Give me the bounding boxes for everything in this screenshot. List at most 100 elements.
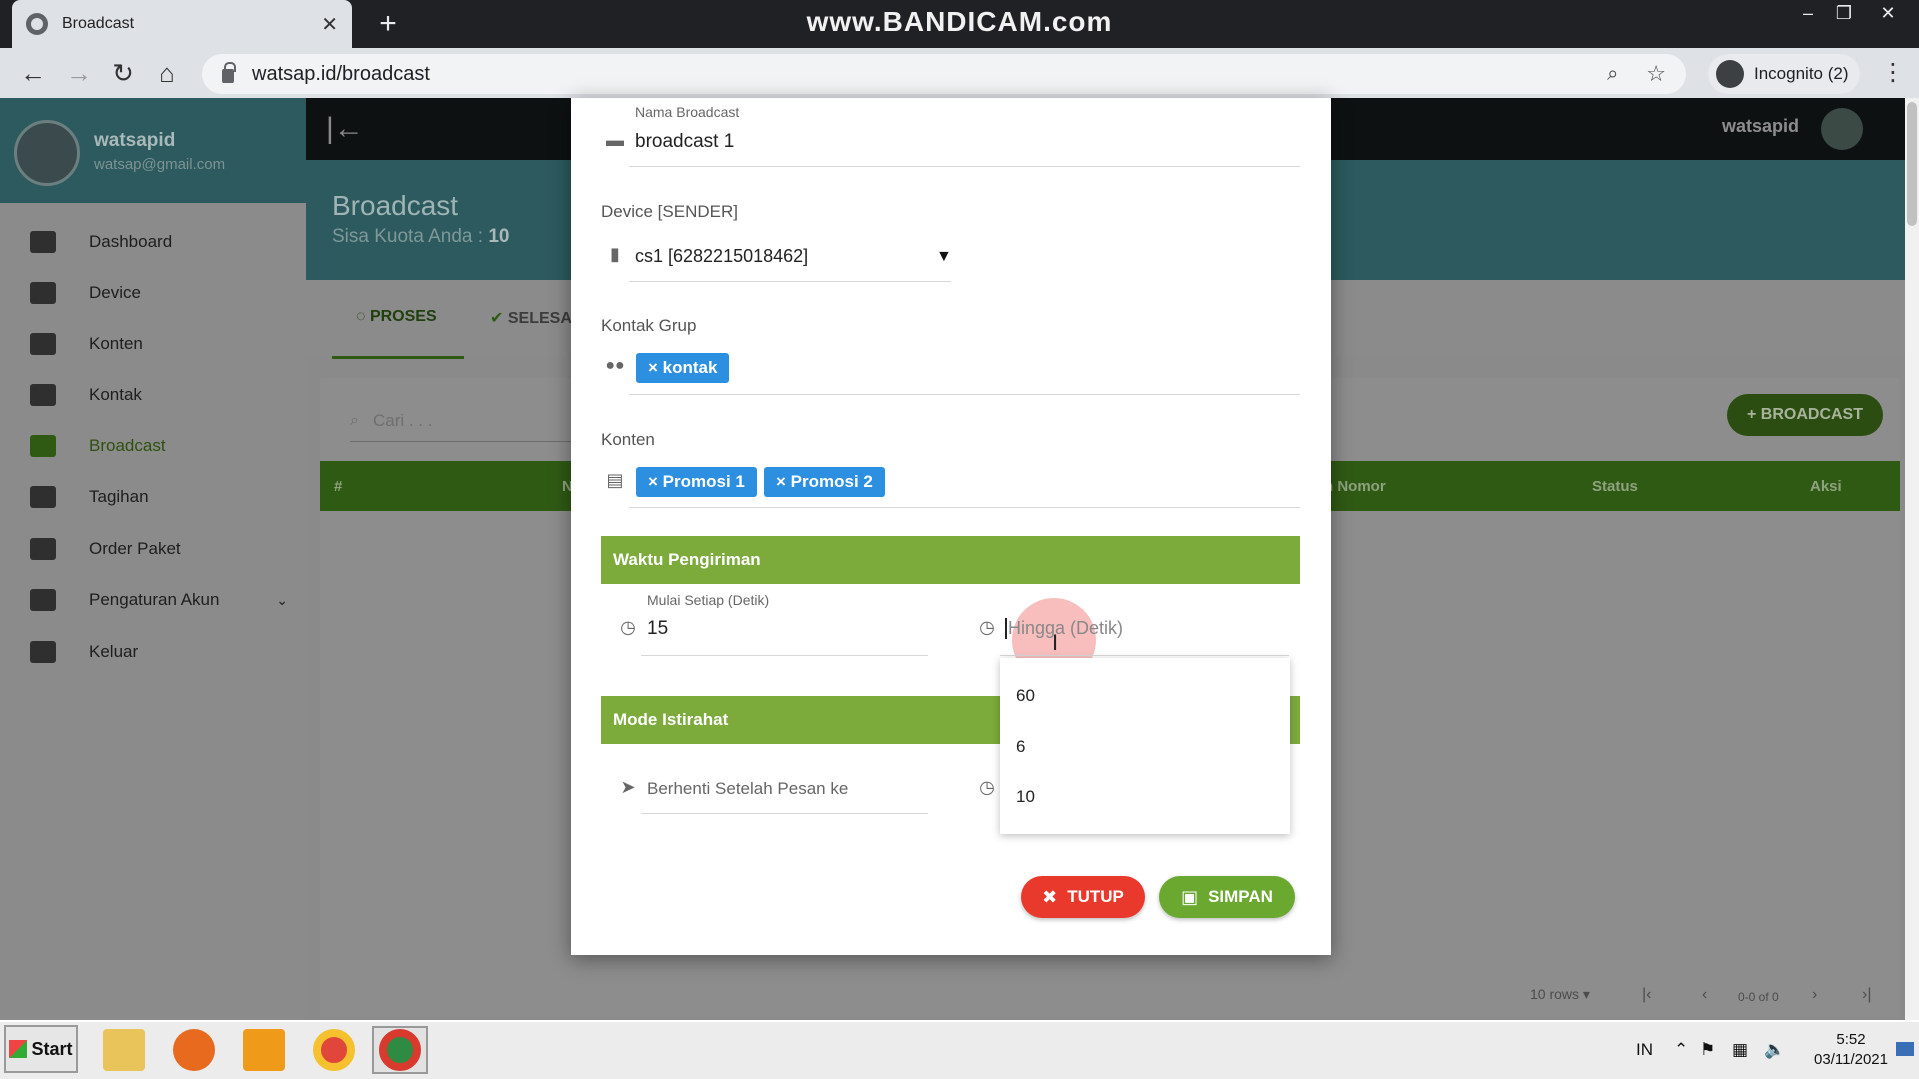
forward-arrow-icon[interactable]: → — [62, 56, 96, 90]
sidebar-item-tagihan[interactable]: Tagihan — [0, 472, 306, 522]
clock-date: 03/11/2021 — [1814, 1051, 1888, 1068]
close-icon: ✖ — [1042, 886, 1058, 907]
sidebar-item-dashboard[interactable]: Dashboard — [0, 217, 306, 267]
message-icon — [30, 435, 56, 457]
prev-page-icon[interactable]: ‹ — [1702, 986, 1707, 1004]
next-page-icon[interactable]: › — [1812, 986, 1817, 1004]
home-icon[interactable]: ⌂ — [150, 56, 184, 90]
sidebar-item-order-paket[interactable]: Order Paket — [0, 524, 306, 574]
bookmark-star-icon[interactable]: ☆ — [1646, 61, 1666, 87]
hingga-input[interactable]: Hingga (Detik) — [1005, 618, 1123, 639]
zoom-icon[interactable]: ⌕ — [1607, 63, 1618, 86]
sidebar-item-label: Broadcast — [89, 436, 166, 455]
dropdown-arrow-icon[interactable]: ▼ — [936, 248, 952, 266]
page-title: Broadcast — [332, 190, 459, 221]
rows-per-page-select[interactable]: 10 rows ▾ — [1530, 986, 1590, 1003]
sidebar-item-konten[interactable]: Konten — [0, 319, 306, 369]
konten-underline — [629, 507, 1300, 508]
mulai-setiap-label: Mulai Setiap (Detik) — [647, 592, 770, 608]
rows-per-page-value: 10 rows — [1530, 986, 1580, 1002]
nama-broadcast-input[interactable]: broadcast 1 — [635, 131, 734, 153]
reload-icon[interactable]: ↻ — [106, 56, 140, 90]
scrollbar-thumb[interactable] — [1907, 102, 1917, 226]
sidebar-item-keluar[interactable]: Keluar — [0, 627, 306, 677]
show-desktop-icon[interactable] — [1896, 1042, 1914, 1056]
device-underline — [629, 281, 951, 282]
spinner-icon: ◌ — [356, 308, 370, 325]
sidebar-item-broadcast[interactable]: Broadcast — [0, 421, 306, 471]
incognito-indicator[interactable]: Incognito (2) — [1708, 54, 1860, 94]
sidebar-item-kontak[interactable]: Kontak — [0, 370, 306, 420]
taskbar-chrome[interactable] — [306, 1026, 362, 1074]
list-icon — [30, 486, 56, 508]
last-page-icon[interactable]: ›| — [1862, 986, 1871, 1004]
dropdown-option[interactable]: 10 — [1016, 787, 1035, 807]
tab-proses[interactable]: ◌ PROSES — [356, 308, 437, 326]
clock-icon: ◷ — [620, 617, 636, 637]
browser-menu-icon[interactable]: ⋮ — [1876, 56, 1910, 90]
taskbar-sublime[interactable] — [236, 1026, 292, 1074]
save-icon: ▣ — [1181, 886, 1199, 907]
berhenti-input[interactable]: Berhenti Setelah Pesan ke — [647, 779, 848, 799]
taskbar-explorer[interactable] — [96, 1026, 152, 1074]
kontak-underline — [629, 394, 1300, 395]
send-icon: ➤ — [620, 777, 636, 797]
sidebar-item-label: Tagihan — [89, 487, 149, 506]
collapse-sidebar-icon[interactable]: |← — [326, 112, 364, 146]
dropdown-option[interactable]: 6 — [1016, 737, 1025, 757]
taskbar-firefox[interactable] — [166, 1026, 222, 1074]
first-page-icon[interactable]: |‹ — [1642, 986, 1651, 1004]
konten-chip-promosi-1[interactable]: × Promosi 1 — [636, 467, 757, 497]
maximize-button[interactable]: ❐ — [1822, 0, 1866, 28]
topbar-username[interactable]: watsapid — [1722, 116, 1799, 137]
firefox-icon — [173, 1029, 215, 1071]
window-icon — [30, 333, 56, 355]
taskbar-chrome-incognito[interactable] — [372, 1026, 428, 1074]
back-arrow-icon[interactable]: ← — [16, 56, 50, 90]
device-select[interactable]: cs1 [6282215018462] — [635, 246, 808, 267]
quota-text: Sisa Kuota Anda : 10 — [332, 226, 509, 248]
column-header: # — [334, 478, 343, 495]
tray-expand-icon[interactable]: ⌃ — [1674, 1040, 1688, 1060]
gear-icon — [30, 589, 56, 611]
close-window-button[interactable]: ✕ — [1866, 0, 1910, 28]
volume-icon[interactable]: 🔈 — [1764, 1040, 1785, 1060]
input-language[interactable]: IN — [1636, 1040, 1653, 1060]
simpan-button[interactable]: ▣ SIMPAN — [1159, 876, 1295, 918]
tab-selesai[interactable]: ✔ SELESAI — [490, 308, 576, 328]
sidebar-item-label: Pengaturan Akun — [89, 590, 220, 609]
search-icon: ⌕ — [350, 411, 359, 429]
network-icon[interactable]: ▦ — [1732, 1040, 1748, 1060]
chevron-down-icon: ⌄ — [276, 591, 288, 608]
column-header: h Nomor — [1324, 478, 1386, 495]
sidebar-item-pengaturan-akun[interactable]: Pengaturan Akun ⌄ — [0, 575, 306, 625]
clock-icon: ◷ — [979, 617, 995, 637]
incognito-label: Incognito (2) — [1754, 64, 1849, 83]
users-icon: ●● — [605, 357, 625, 374]
sidebar-item-label: Device — [89, 283, 141, 302]
flag-icon[interactable]: ⚑ — [1700, 1040, 1715, 1060]
clock[interactable]: 5:52 03/11/2021 — [1812, 1030, 1890, 1070]
address-bar[interactable]: watsap.id/broadcast ⌕ ☆ — [202, 54, 1686, 94]
add-broadcast-button[interactable]: + BROADCAST — [1727, 394, 1883, 436]
kontak-grup-label: Kontak Grup — [601, 316, 697, 335]
check-icon: ✔ — [490, 310, 508, 327]
waktu-pengiriman-header: Waktu Pengiriman — [601, 536, 1300, 584]
nama-underline — [629, 166, 1300, 167]
sidebar-item-device[interactable]: Device — [0, 268, 306, 318]
chrome-icon — [379, 1029, 421, 1071]
hingga-options-dropdown — [1000, 658, 1290, 834]
kontak-chip[interactable]: × kontak — [636, 353, 730, 383]
avatar[interactable] — [14, 120, 80, 186]
tutup-button[interactable]: ✖ TUTUP — [1021, 876, 1145, 918]
quota-label: Sisa Kuota Anda : — [332, 226, 489, 247]
page-scrollbar[interactable] — [1905, 98, 1919, 1020]
topbar-avatar[interactable] — [1821, 108, 1863, 150]
mulai-setiap-input[interactable]: 15 — [647, 618, 668, 640]
nama-broadcast-label: Nama Broadcast — [635, 104, 740, 120]
start-button[interactable]: Start — [4, 1025, 78, 1073]
basket-icon — [30, 538, 56, 560]
contact-card-icon — [30, 384, 56, 406]
dropdown-option[interactable]: 60 — [1016, 686, 1035, 706]
konten-chip-promosi-2[interactable]: × Promosi 2 — [764, 467, 885, 497]
